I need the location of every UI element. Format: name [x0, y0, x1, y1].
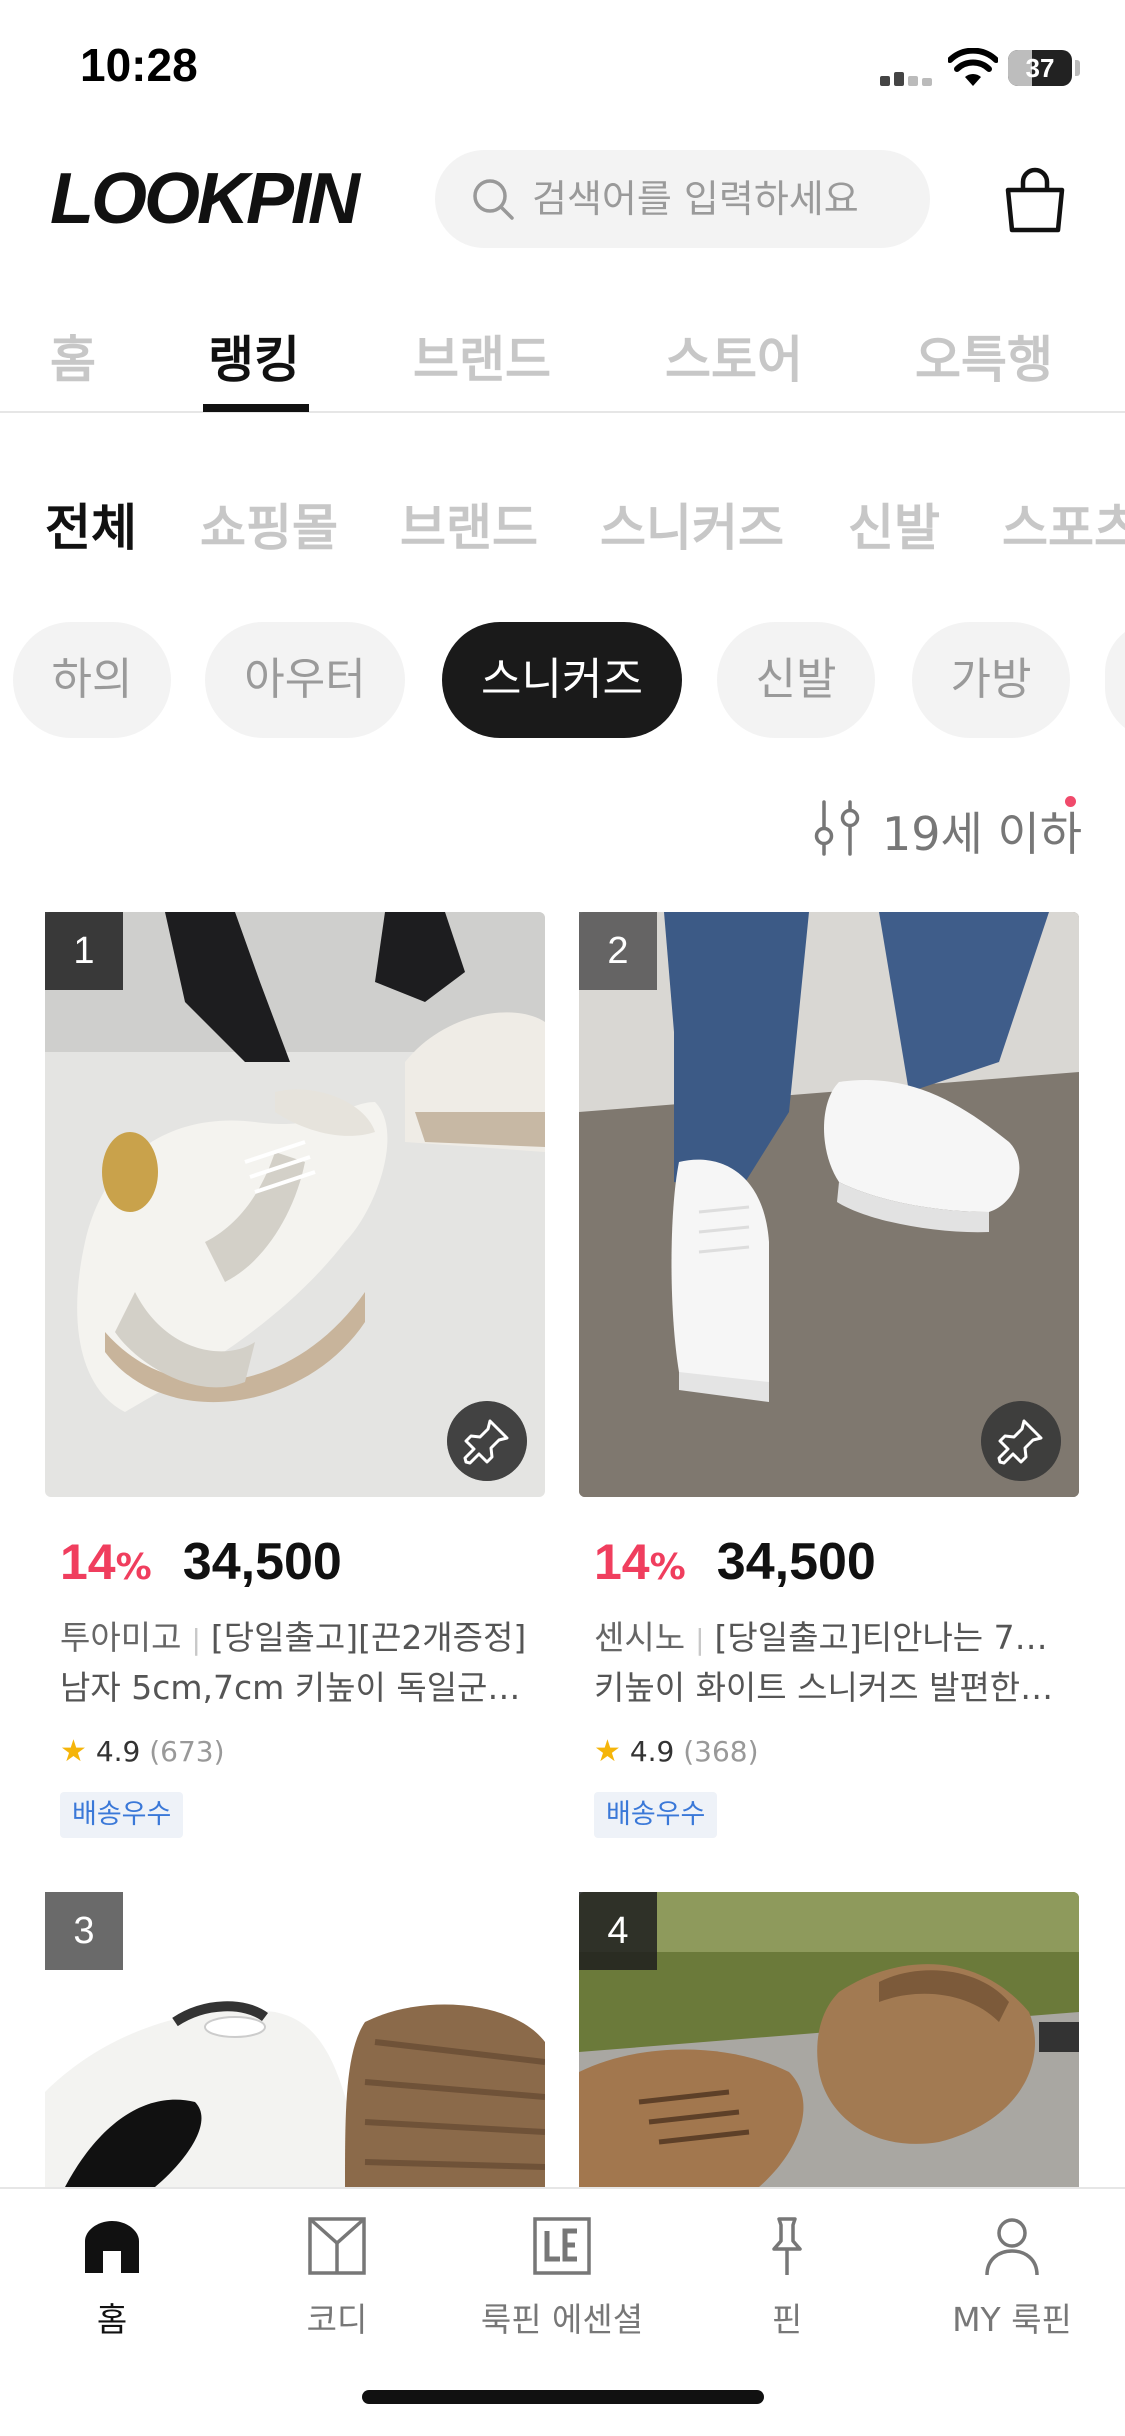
- nav-my-lookpin[interactable]: MY 룩핀: [912, 2213, 1112, 2343]
- rank-badge: 2: [579, 912, 657, 990]
- discount-unit: %: [649, 1547, 686, 1588]
- rank-badge: 1: [45, 912, 123, 990]
- rating-value: 4.9: [629, 1735, 675, 1768]
- pin-icon[interactable]: [447, 1401, 527, 1481]
- chip-sneakers[interactable]: 스니커즈: [442, 622, 682, 738]
- divider: |: [695, 1623, 705, 1656]
- chip-bottoms[interactable]: 하의: [13, 622, 171, 738]
- coordi-icon: [308, 2217, 366, 2275]
- tab-home[interactable]: 홈: [50, 320, 96, 392]
- nav-coordi[interactable]: 코디: [237, 2213, 437, 2343]
- product-rating: ★ 4.9 (368): [594, 1734, 759, 1769]
- status-time: 10:28: [80, 39, 198, 91]
- category-chips: 하의 아우터 스니커즈 신발 가방: [0, 622, 1125, 740]
- status-bar: 10:28 37: [0, 0, 1125, 140]
- subtab-sneakers[interactable]: 스니커즈: [600, 488, 784, 560]
- profile-icon: [985, 2218, 1039, 2276]
- rating-value: 4.9: [95, 1735, 141, 1768]
- product-description: 센시노 | [당일출고]티안나는 7cm 키높이 화이트 스니커즈 발편한…: [594, 1614, 1064, 1712]
- store-name[interactable]: 센시노: [594, 1618, 685, 1657]
- active-tab-indicator: [203, 404, 309, 412]
- chip-bags[interactable]: 가방: [912, 622, 1070, 738]
- delivery-badge: 배송우수: [60, 1792, 184, 1838]
- subtab-sports[interactable]: 스포츠: [1002, 488, 1125, 560]
- nav-label: 홈: [96, 2300, 128, 2339]
- product-price: 34,500: [182, 1533, 342, 1591]
- filter-sliders-icon: [814, 800, 860, 856]
- product-title-line2: 남자 5cm,7cm 키높이 독일군…: [60, 1668, 521, 1707]
- search-input[interactable]: [532, 150, 912, 248]
- subtab-brand[interactable]: 브랜드: [400, 488, 538, 560]
- store-name[interactable]: 투아미고: [60, 1618, 181, 1657]
- main-tabs: 홈 랭킹 브랜드 스토어 오특행: [0, 300, 1125, 413]
- chip-shoes[interactable]: 신발: [717, 622, 875, 738]
- product-title-line2: 키높이 화이트 스니커즈 발편한…: [594, 1668, 1054, 1707]
- product-description: 투아미고 | [당일출고][끈2개증정] 남자 5cm,7cm 키높이 독일군…: [60, 1614, 530, 1712]
- cellular-signal-icon: [880, 64, 936, 86]
- nav-label: 핀: [771, 2300, 803, 2339]
- product-title-line1: [당일출고][끈2개증정]: [210, 1618, 527, 1657]
- star-icon: ★: [594, 1734, 621, 1769]
- divider: |: [191, 1623, 201, 1656]
- review-count: (673): [149, 1735, 225, 1768]
- nav-pin[interactable]: 핀: [687, 2213, 887, 2343]
- nav-essential[interactable]: 룩핀 에센셜: [462, 2213, 662, 2343]
- chip-outer[interactable]: 아우터: [205, 622, 405, 738]
- tab-store[interactable]: 스토어: [665, 320, 803, 392]
- discount-rate: 14: [60, 1534, 116, 1590]
- product-rating: ★ 4.9 (673): [60, 1734, 225, 1769]
- star-icon: ★: [60, 1734, 87, 1769]
- battery-tip: [1075, 60, 1080, 76]
- review-count: (368): [683, 1735, 759, 1768]
- home-icon: [85, 2221, 139, 2273]
- age-filter[interactable]: 19세 이하: [810, 790, 1082, 861]
- tab-special[interactable]: 오특행: [915, 320, 1053, 392]
- ranking-category-tabs: 전체 쇼핑몰 브랜드 스니커즈 신발 스포츠: [0, 478, 1125, 568]
- chip-more[interactable]: [1105, 622, 1125, 738]
- subtab-shoppingmall[interactable]: 쇼핑몰: [200, 488, 338, 560]
- battery-percent: 37: [1025, 53, 1055, 83]
- nav-home[interactable]: 홈: [12, 2213, 212, 2343]
- rank-badge: 3: [45, 1892, 123, 1970]
- discount-unit: %: [115, 1547, 152, 1588]
- lookpin-logo[interactable]: LOOKPIN: [50, 158, 360, 240]
- battery-indicator: 37: [1008, 50, 1072, 86]
- price-row: 14% 34,500: [60, 1532, 342, 1592]
- price-row: 14% 34,500: [594, 1532, 876, 1592]
- tab-brand[interactable]: 브랜드: [413, 320, 551, 392]
- search-bar[interactable]: [435, 150, 930, 248]
- subtab-shoes[interactable]: 신발: [848, 488, 940, 560]
- search-icon: [473, 179, 514, 220]
- essential-icon: [533, 2217, 591, 2275]
- wifi-icon: [948, 48, 998, 86]
- rank-badge: 4: [579, 1892, 657, 1970]
- tab-ranking[interactable]: 랭킹: [208, 320, 300, 392]
- subtab-all[interactable]: 전체: [45, 488, 137, 560]
- product-title-line1: [당일출고]티안나는 7cm: [714, 1618, 1064, 1657]
- filter-label: 19세 이하: [882, 807, 1083, 861]
- app-header: LOOKPIN: [0, 140, 1125, 255]
- home-indicator[interactable]: [362, 2390, 764, 2404]
- nav-label: 룩핀 에센셜: [480, 2300, 644, 2339]
- discount-rate: 14: [594, 1534, 650, 1590]
- pin-icon[interactable]: [981, 1401, 1061, 1481]
- nav-label: MY 룩핀: [952, 2300, 1072, 2339]
- delivery-badge: 배송우수: [594, 1792, 718, 1838]
- shopping-bag-icon[interactable]: [1000, 166, 1070, 236]
- product-price: 34,500: [716, 1533, 876, 1591]
- new-dot: [1065, 796, 1076, 807]
- pin-icon: [772, 2217, 802, 2275]
- nav-label: 코디: [306, 2300, 368, 2339]
